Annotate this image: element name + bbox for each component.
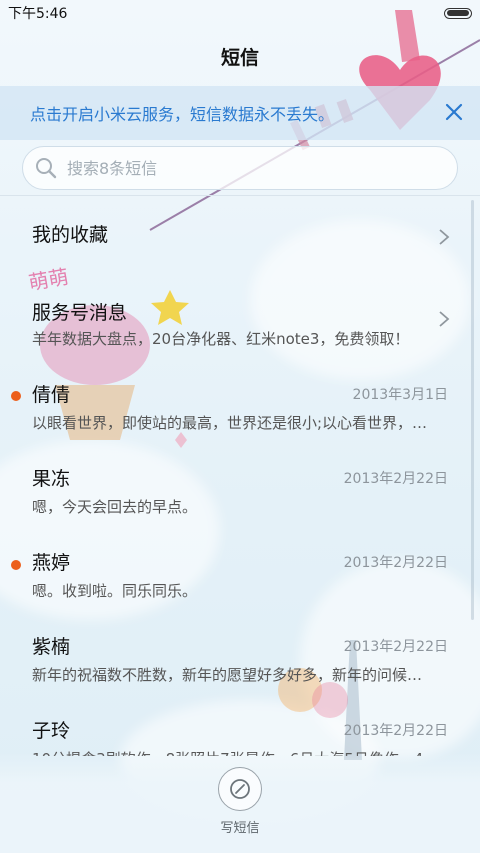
conversation-name: 子玲	[32, 720, 71, 742]
conversation-preview: 以眼看世界，即使站的最高，世界还是很小;以心看世界，…	[32, 414, 428, 432]
compose-icon	[230, 779, 250, 799]
conversation-name: 紫楠	[32, 636, 71, 658]
conversation-preview: 新年的祝福数不胜数，新年的愿望好多好多，新年的问候…	[32, 666, 423, 684]
conversation-name: 服务号消息	[32, 302, 128, 324]
page-title: 短信	[220, 46, 259, 69]
conversation-date: 2013年2月22日	[343, 639, 448, 655]
conversation-name: 燕婷	[32, 552, 71, 574]
scrollbar[interactable]	[471, 200, 474, 620]
banner-text: 点击开启小米云服务，短信数据永不丢失。	[30, 105, 335, 124]
chevron-right-icon	[439, 311, 450, 327]
conversation-name: 果冻	[32, 468, 71, 490]
list-item-service-messages[interactable]: 服务号消息 羊年数据大盘点，20台净化器、红米note3，免费领取！	[0, 280, 480, 401]
close-icon[interactable]	[442, 100, 466, 124]
compose-bar: 写短信	[0, 753, 480, 853]
search-input[interactable]	[65, 157, 429, 179]
compose-button[interactable]	[218, 767, 262, 811]
cloud-service-banner[interactable]: 点击开启小米云服务，短信数据永不丢失。	[0, 86, 480, 140]
conversation-date: 2013年2月22日	[343, 555, 448, 571]
conversation-name: 我的收藏	[32, 224, 109, 246]
status-time: 下午5:46	[8, 6, 68, 22]
table-row[interactable]: 果冻 2013年2月22日 嗯，今天会回去的早点。	[0, 448, 480, 532]
list-item-favorites[interactable]: 我的收藏	[0, 196, 480, 280]
conversation-date: 2013年2月22日	[343, 723, 448, 739]
conversation-preview: 羊年数据大盘点，20台净化器、红米note3，免费领取！	[32, 330, 410, 348]
unread-dot	[11, 560, 21, 570]
table-row[interactable]: 倩倩 2013年3月1日 以眼看世界，即使站的最高，世界还是很小;以心看世界，…	[0, 364, 480, 448]
table-row[interactable]: 燕婷 2013年2月22日 嗯。收到啦。同乐同乐。	[0, 532, 480, 616]
conversation-date: 2013年2月22日	[343, 471, 448, 487]
conversation-list[interactable]: 我的收藏 服务号消息 羊年数据大盘点，20台净化器、红米note3，免费领取！ …	[0, 196, 480, 756]
table-row[interactable]: 紫楠 2013年2月22日 新年的祝福数不胜数，新年的愿望好多好多，新年的问候…	[0, 616, 480, 700]
compose-label: 写短信	[220, 821, 260, 836]
table-row[interactable]: 子玲 2013年2月22日 10分提食3剧软作，8张照片7张是作，6月大海5月像…	[0, 700, 480, 756]
conversation-preview: 嗯。收到啦。同乐同乐。	[32, 582, 198, 600]
search-icon	[36, 158, 57, 179]
status-bar: 下午5:46	[0, 0, 480, 26]
conversation-name: 倩倩	[32, 384, 71, 406]
conversation-date: 2013年3月1日	[352, 387, 448, 403]
chevron-right-icon	[439, 229, 450, 245]
battery-icon	[444, 7, 472, 19]
conversation-preview: 嗯，今天会回去的早点。	[32, 498, 198, 516]
search-bar[interactable]	[22, 146, 458, 190]
